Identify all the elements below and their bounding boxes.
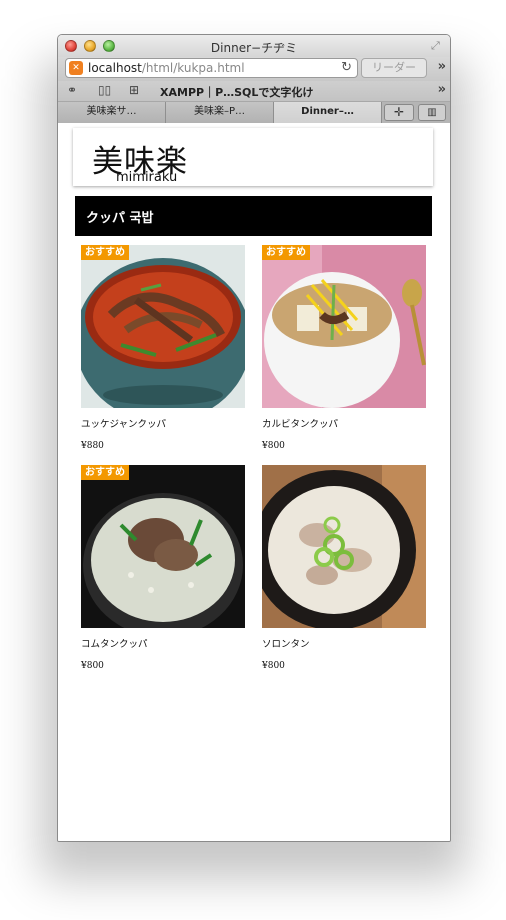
bookmarks-book-icon[interactable]: ▯▯ xyxy=(98,83,111,97)
menu-item[interactable]: おすすめ ユッケジャンクッパ ¥880 xyxy=(81,245,245,460)
show-all-tabs-button[interactable]: ▥ xyxy=(418,104,446,121)
item-price: ¥880 xyxy=(81,441,104,451)
seolleongtang-soup-photo[interactable] xyxy=(262,465,426,628)
item-name: ユッケジャンクッパ xyxy=(81,419,167,430)
category-bar: クッパ 국밥 xyxy=(75,196,432,236)
toolbar: ✕ localhost/html/kukpa.html ↻ リーダー » xyxy=(58,57,450,81)
site-header: 美味楽 mimiraku xyxy=(73,128,433,186)
menu-item[interactable]: おすすめ カルビタンクッパ ¥800 xyxy=(262,245,426,460)
bookmark-link[interactable]: XAMPP｜P…SQLで文字化け xyxy=(160,84,313,100)
url-host: localhost xyxy=(88,61,142,75)
new-tab-button[interactable]: ✛ xyxy=(384,104,414,121)
xampp-favicon-icon: ✕ xyxy=(69,61,83,75)
toolbar-overflow-icon[interactable]: » xyxy=(438,59,446,74)
browser-window: Dinner−チヂミ ⤢ ✕ localhost/html/kukpa.html… xyxy=(57,34,451,842)
item-name: ソロンタン xyxy=(262,639,310,650)
recommended-badge: おすすめ xyxy=(81,245,129,260)
reader-button[interactable]: リーダー xyxy=(361,58,427,78)
item-price: ¥800 xyxy=(262,661,285,671)
item-name: カルビタンクッパ xyxy=(262,419,339,430)
tab-3-active[interactable]: Dinner–… xyxy=(274,102,382,123)
item-name: コムタンクッパ xyxy=(81,639,148,650)
address-bar[interactable]: ✕ localhost/html/kukpa.html ↻ xyxy=(65,58,358,78)
tab-2[interactable]: 美味楽–P… xyxy=(166,102,274,123)
url-text: localhost/html/kukpa.html xyxy=(88,61,245,75)
category-title: クッパ 국밥 xyxy=(86,211,154,226)
logo-romaji[interactable]: mimiraku xyxy=(116,170,177,185)
reload-icon[interactable]: ↻ xyxy=(341,60,352,75)
recommended-badge: おすすめ xyxy=(81,465,129,480)
fullscreen-icon[interactable]: ⤢ xyxy=(431,39,444,52)
page-content: 美味楽 mimiraku クッパ 국밥 おすすめ ユッケジャンクッパ ¥880 … xyxy=(58,123,450,841)
gomtang-soup-photo[interactable]: おすすめ xyxy=(81,465,245,628)
recommended-badge: おすすめ xyxy=(262,245,310,260)
bookmarks-overflow-icon[interactable]: » xyxy=(438,82,446,97)
tab-bar: 美味楽サ… 美味楽–P… Dinner–… ✛ ▥ xyxy=(58,102,450,124)
bookmarks-bar: ⚭ ▯▯ ⊞ XAMPP｜P…SQLで文字化け » xyxy=(58,81,450,102)
item-price: ¥800 xyxy=(81,661,104,671)
tab-1[interactable]: 美味楽サ… xyxy=(58,102,166,123)
menu-item[interactable]: おすすめ コムタンクッパ ¥800 xyxy=(81,465,245,680)
top-sites-grid-icon[interactable]: ⊞ xyxy=(129,83,139,97)
galbi-soup-photo[interactable]: おすすめ xyxy=(262,245,426,408)
reading-list-icon[interactable]: ⚭ xyxy=(67,83,77,97)
title-bar: Dinner−チヂミ ⤢ xyxy=(58,35,450,57)
window-title: Dinner−チヂミ xyxy=(210,41,298,55)
spicy-beef-soup-photo[interactable]: おすすめ xyxy=(81,245,245,408)
url-path: /html/kukpa.html xyxy=(141,61,245,75)
menu-item[interactable]: ソロンタン ¥800 xyxy=(262,465,426,680)
item-price: ¥800 xyxy=(262,441,285,451)
